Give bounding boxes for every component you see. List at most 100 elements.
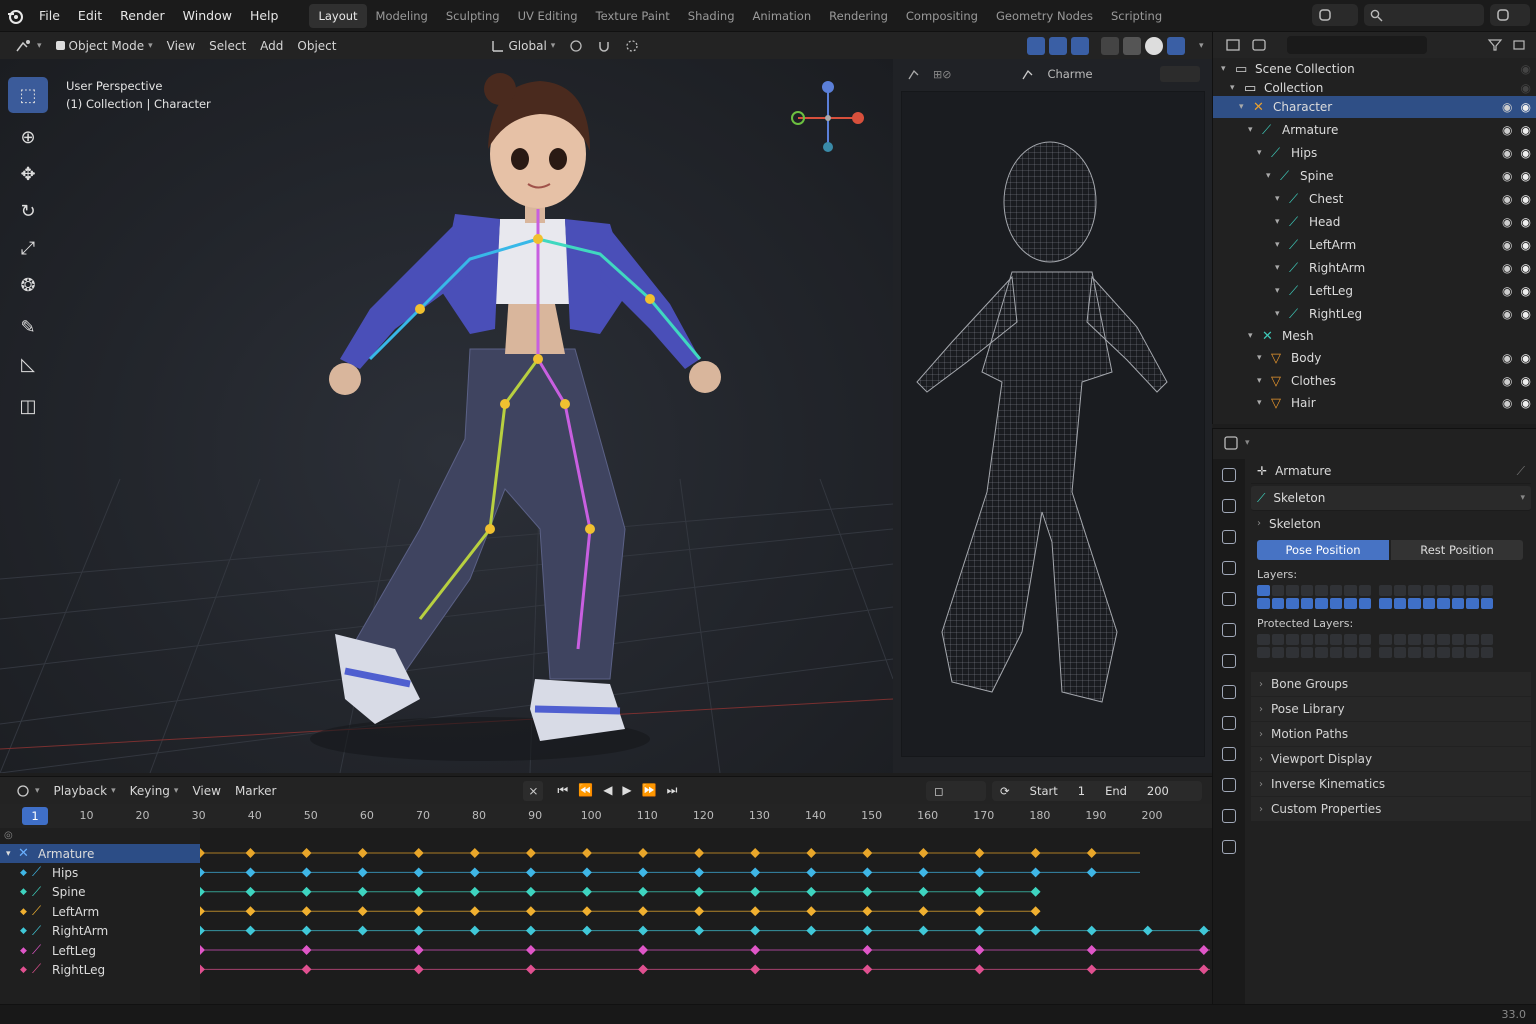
- layer-toggle[interactable]: [1315, 598, 1328, 609]
- layer-toggle[interactable]: [1480, 634, 1493, 645]
- layer-toggle[interactable]: [1358, 647, 1371, 658]
- layer-toggle[interactable]: [1451, 585, 1464, 596]
- properties-tab-material[interactable]: [1213, 831, 1245, 862]
- viewport-menu-add[interactable]: Add: [253, 35, 290, 57]
- hide-in-viewport-icon[interactable]: ◉: [1502, 284, 1512, 298]
- viewport-menu-view[interactable]: View: [160, 35, 202, 57]
- eye-icon[interactable]: ◉: [1521, 146, 1531, 160]
- hide-in-viewport-icon[interactable]: ◉: [1502, 396, 1512, 410]
- preview-range-button[interactable]: ◻: [926, 780, 986, 801]
- layer-toggle[interactable]: [1257, 585, 1270, 596]
- jump-start-icon[interactable]: ⏮: [557, 783, 568, 798]
- view-mode-icon[interactable]: ⊞⊘: [933, 68, 951, 81]
- panel-motion-paths[interactable]: › Motion Paths: [1251, 722, 1531, 746]
- channel-rightleg[interactable]: ◆ ⟋ RightLeg: [0, 960, 200, 979]
- blender-logo-icon[interactable]: [0, 0, 30, 32]
- layer-toggle[interactable]: [1408, 647, 1421, 658]
- expand-arrow-icon[interactable]: ▾: [1275, 286, 1280, 296]
- hide-in-viewport-icon[interactable]: ◉: [1502, 169, 1512, 183]
- eye-icon[interactable]: ◉: [1521, 238, 1531, 252]
- transform-orientation-selector[interactable]: Global ▾: [484, 35, 563, 57]
- next-keyframe-icon[interactable]: ⏩: [642, 783, 657, 798]
- expand-arrow-icon[interactable]: ▾: [1221, 64, 1226, 74]
- tab-uv-editing[interactable]: UV Editing: [509, 4, 587, 28]
- eye-icon[interactable]: ◉: [1521, 169, 1531, 183]
- frame-ruler[interactable]: 1 10 20 30 40 50 60 70 80 90 100 110 120 130 140 150 16…: [0, 804, 1212, 828]
- layer-toggle[interactable]: [1300, 634, 1313, 645]
- eye-icon[interactable]: ◎: [4, 830, 13, 841]
- layer-toggle[interactable]: [1480, 585, 1493, 596]
- expand-arrow-icon[interactable]: ▾: [1257, 376, 1262, 386]
- hide-in-viewport-icon[interactable]: ◉: [1502, 146, 1512, 160]
- outliner-row-rightleg[interactable]: ▾ ⟋ RightLeg ◉ ◉: [1213, 303, 1536, 325]
- expand-arrow-icon[interactable]: ▾: [1266, 171, 1271, 181]
- hide-in-viewport-icon[interactable]: ◉: [1502, 307, 1512, 321]
- hide-in-viewport-icon[interactable]: ◉: [1502, 351, 1512, 365]
- layer-toggle[interactable]: [1257, 647, 1270, 658]
- layer-toggle[interactable]: [1329, 634, 1342, 645]
- layer-toggle[interactable]: [1300, 598, 1313, 609]
- layer-toggle[interactable]: [1393, 598, 1406, 609]
- tool-measure[interactable]: ◺: [8, 346, 48, 382]
- channel-rightarm[interactable]: ◆ ⟋ RightArm: [0, 922, 200, 941]
- scene-selector[interactable]: [1312, 4, 1358, 26]
- outliner-row-head[interactable]: ▾ ⟋ Head ◉ ◉: [1213, 211, 1536, 233]
- layer-toggle[interactable]: [1393, 585, 1406, 596]
- layer-toggle[interactable]: [1286, 585, 1299, 596]
- layer-toggle[interactable]: [1271, 647, 1284, 658]
- eye-icon[interactable]: ◉: [1521, 261, 1531, 275]
- hide-in-viewport-icon[interactable]: ◉: [1502, 374, 1512, 388]
- tool-move[interactable]: ✥: [8, 156, 48, 192]
- gizmo-buttons[interactable]: [1020, 35, 1192, 57]
- layer-toggle[interactable]: [1437, 647, 1450, 658]
- layer-toggle[interactable]: [1480, 598, 1493, 609]
- checkbox-icon[interactable]: ◉: [1521, 81, 1531, 95]
- layer-toggle[interactable]: [1437, 598, 1450, 609]
- panel-viewport-display[interactable]: › Viewport Display: [1251, 747, 1531, 771]
- hide-in-viewport-icon[interactable]: ◉: [1502, 123, 1512, 137]
- layer-toggle[interactable]: [1422, 634, 1435, 645]
- tab-layout[interactable]: Layout: [309, 3, 367, 28]
- tab-geometry-nodes[interactable]: Geometry Nodes: [987, 4, 1102, 28]
- tab-modeling[interactable]: Modeling: [367, 4, 437, 28]
- properties-tab-view-layer[interactable]: [1213, 552, 1245, 583]
- layer-toggle[interactable]: [1379, 585, 1392, 596]
- properties-tab-constraints[interactable]: [1213, 769, 1245, 800]
- expand-arrow-icon[interactable]: ▾: [1275, 217, 1280, 227]
- layer-toggle[interactable]: [1286, 634, 1299, 645]
- outliner-row-character[interactable]: ▾ ✕ Character ◉ ◉: [1213, 96, 1536, 118]
- layer-toggle[interactable]: [1315, 585, 1328, 596]
- layer-toggle[interactable]: [1271, 585, 1284, 596]
- side-view-label[interactable]: Charme: [1047, 67, 1092, 81]
- layer-toggle[interactable]: [1329, 585, 1342, 596]
- panel-bone-groups[interactable]: › Bone Groups: [1251, 672, 1531, 696]
- tab-compositing[interactable]: Compositing: [897, 4, 987, 28]
- viewport-menu-select[interactable]: Select: [202, 35, 253, 57]
- panel-pose-library[interactable]: › Pose Library: [1251, 697, 1531, 721]
- expand-arrow-icon[interactable]: ▾: [1239, 102, 1244, 112]
- tab-sculpting[interactable]: Sculpting: [437, 4, 509, 28]
- panel-custom-properties[interactable]: › Custom Properties: [1251, 797, 1531, 821]
- channel-leftleg[interactable]: ◆ ⟋ LeftLeg: [0, 941, 200, 960]
- panel-inverse-kinematics[interactable]: › Inverse Kinematics: [1251, 772, 1531, 796]
- pose-position-button[interactable]: Pose Position: [1257, 540, 1389, 560]
- expand-arrow-icon[interactable]: ▾: [1248, 331, 1253, 341]
- layer-toggle[interactable]: [1466, 598, 1479, 609]
- outliner-row-spine[interactable]: ▾ ⟋ Spine ◉ ◉: [1213, 165, 1536, 187]
- layer-toggle[interactable]: [1257, 634, 1270, 645]
- scene-search[interactable]: [1364, 4, 1484, 26]
- outliner-row-hair[interactable]: ▾ ▽ Hair ◉ ◉: [1213, 392, 1536, 414]
- outliner-row-leftarm[interactable]: ▾ ⟋ LeftArm ◉ ◉: [1213, 234, 1536, 256]
- wireframe-viewport[interactable]: ⊞⊘ Charme: [893, 59, 1212, 773]
- layer-toggle[interactable]: [1379, 598, 1392, 609]
- tab-animation[interactable]: Animation: [744, 4, 821, 28]
- menu-render[interactable]: Render: [111, 0, 174, 32]
- tab-scripting[interactable]: Scripting: [1102, 4, 1171, 28]
- layer-toggle[interactable]: [1344, 634, 1357, 645]
- play-reverse-icon[interactable]: ◀: [603, 783, 612, 798]
- properties-tab-render[interactable]: [1213, 490, 1245, 521]
- hide-in-viewport-icon[interactable]: ◉: [1502, 192, 1512, 206]
- armature-name-field[interactable]: ⟋ Skeleton ▾: [1251, 486, 1531, 511]
- expand-arrow-icon[interactable]: ▾: [1275, 194, 1280, 204]
- 3d-viewport[interactable]: User Perspective (1) Collection | Charac…: [0, 59, 893, 773]
